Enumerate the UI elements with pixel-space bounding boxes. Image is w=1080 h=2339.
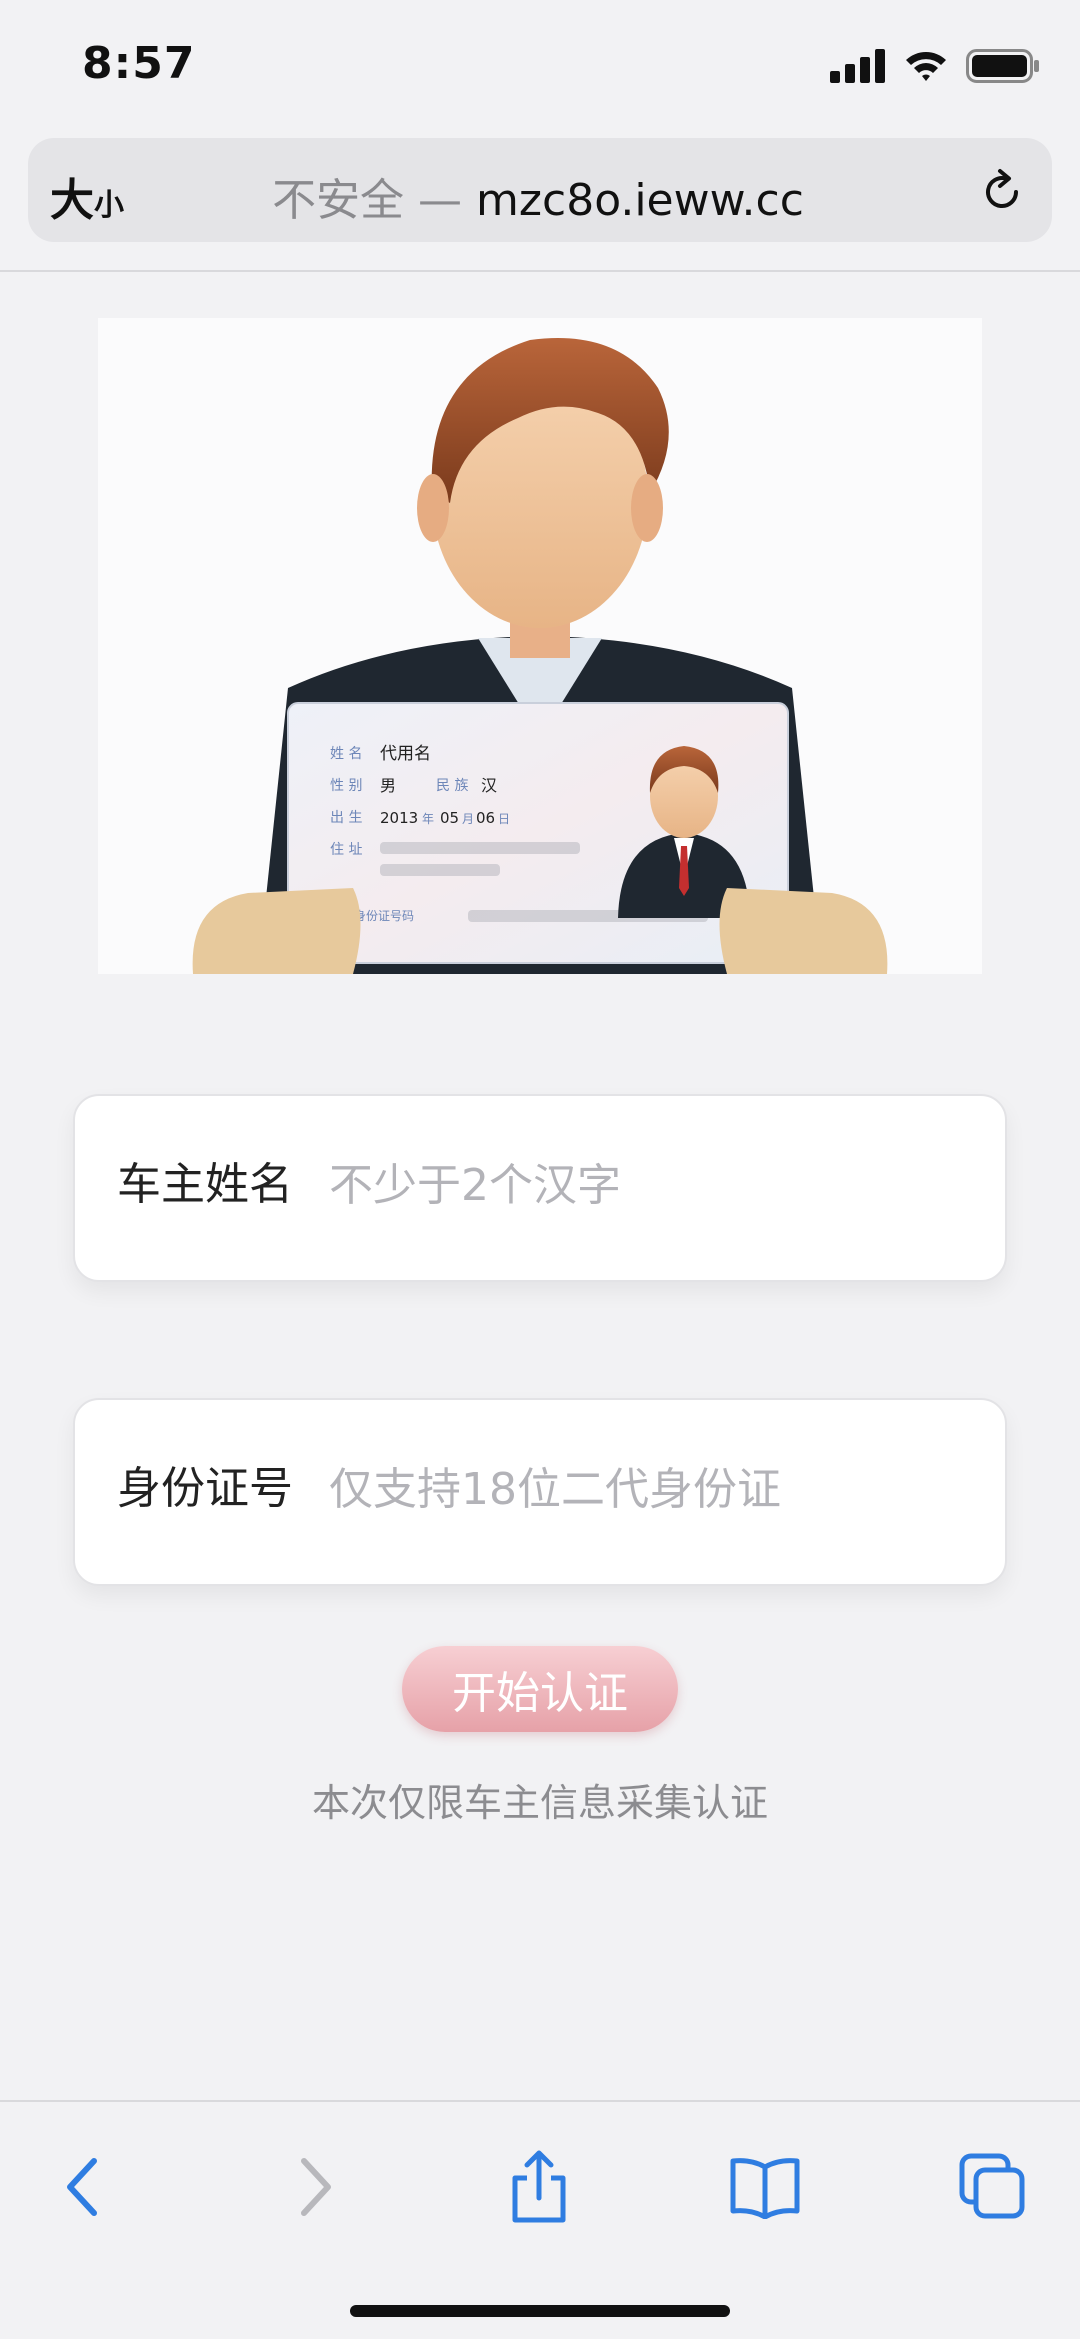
card-birth-label: 出 生 bbox=[330, 810, 362, 826]
tabs-button[interactable] bbox=[948, 2142, 1038, 2232]
id-number-row: 身份证号 bbox=[73, 1398, 1007, 1586]
card-birth-month-unit: 月 bbox=[462, 812, 474, 826]
card-birth-day-unit: 日 bbox=[498, 812, 510, 826]
card-name-value: 代用名 bbox=[380, 744, 431, 764]
card-birth-year: 2013 bbox=[380, 809, 418, 827]
status-bar: 8:57 bbox=[0, 0, 1080, 130]
browser-chrome-divider bbox=[0, 270, 1080, 272]
cellular-signal-icon bbox=[830, 49, 885, 83]
page: 8:57 大小 不安全 — mzc8o.ieww.cc 姓 名 代用名 性 别 … bbox=[0, 0, 1080, 2339]
tabs-icon bbox=[959, 2153, 1025, 2219]
home-indicator[interactable] bbox=[350, 2305, 730, 2317]
url-display[interactable]: 不安全 — mzc8o.ieww.cc bbox=[178, 164, 898, 228]
card-nation-value: 汉 bbox=[481, 776, 497, 795]
back-icon bbox=[67, 2158, 97, 2216]
share-button[interactable] bbox=[494, 2142, 584, 2232]
status-icons bbox=[830, 46, 1040, 86]
card-birth-year-unit: 年 bbox=[422, 812, 434, 826]
owner-name-label: 车主姓名 bbox=[117, 1159, 293, 1210]
id-number-input[interactable] bbox=[329, 1456, 969, 1522]
browser-toolbar bbox=[0, 2100, 1080, 2339]
card-birth-month: 05 bbox=[440, 809, 459, 827]
address-bar[interactable]: 大小 不安全 — mzc8o.ieww.cc bbox=[28, 138, 1052, 242]
card-address-label: 住 址 bbox=[330, 842, 362, 858]
notice-text: 本次仅限车主信息采集认证 bbox=[311, 1781, 768, 1825]
share-icon bbox=[512, 2150, 566, 2223]
wifi-icon bbox=[906, 52, 946, 81]
status-time: 8:57 bbox=[82, 38, 196, 89]
start-verification-button[interactable]: 开始认证 bbox=[402, 1646, 678, 1732]
battery-icon bbox=[966, 49, 1039, 83]
forward-icon bbox=[301, 2158, 331, 2216]
reload-icon[interactable] bbox=[976, 166, 1028, 218]
id-number-label: 身份证号 bbox=[117, 1463, 293, 1514]
card-sex-value: 男 bbox=[380, 776, 396, 795]
text-size-large-label: 大 bbox=[50, 175, 94, 226]
text-size-small-label: 小 bbox=[94, 188, 124, 223]
card-name-label: 姓 名 bbox=[330, 746, 362, 762]
id-card-illustration: 姓 名 代用名 性 别 男 民 族 汉 出 生 2013 年 05 月 06 日… bbox=[98, 318, 982, 974]
forward-button[interactable] bbox=[270, 2142, 360, 2232]
text-size-button[interactable]: 大小 bbox=[50, 164, 124, 228]
id-card-illustration-graphic: 姓 名 代用名 性 别 男 民 族 汉 出 生 2013 年 05 月 06 日… bbox=[192, 338, 888, 974]
url-separator: — bbox=[404, 175, 477, 226]
owner-name-row: 车主姓名 bbox=[73, 1094, 1007, 1282]
card-birth-day: 06 bbox=[476, 809, 495, 827]
bookmarks-icon bbox=[730, 2158, 800, 2219]
bookmarks-button[interactable] bbox=[720, 2142, 810, 2232]
card-sex-label: 性 别 bbox=[330, 778, 362, 794]
owner-name-input[interactable] bbox=[329, 1152, 969, 1218]
back-button[interactable] bbox=[38, 2142, 128, 2232]
card-nation-label: 民 族 bbox=[436, 778, 468, 794]
security-warning: 不安全 bbox=[272, 175, 405, 226]
url-domain: mzc8o.ieww.cc bbox=[476, 175, 804, 226]
